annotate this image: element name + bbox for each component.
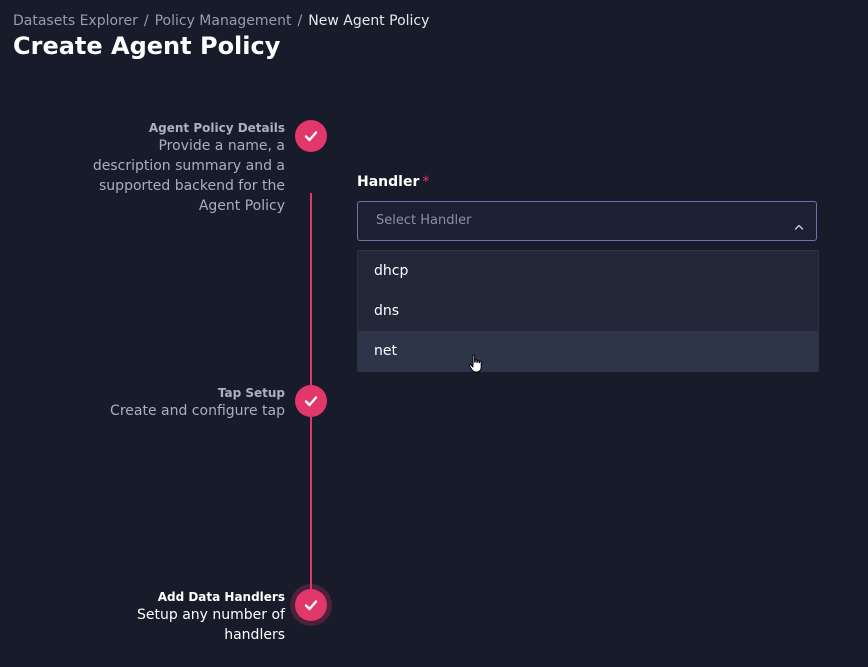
breadcrumb-separator: / [297,13,303,29]
step-description: handlers [224,627,285,643]
check-icon [295,120,327,152]
step-description: Provide a name, a [158,138,285,154]
breadcrumb: Datasets Explorer / Policy Management / New … [13,13,429,29]
page-title: Create Agent Policy [13,32,281,60]
step-title: Add Data Handlers [157,590,285,604]
step-description: Agent Policy [198,198,285,214]
handler-option-dns[interactable]: dns [358,291,818,331]
handler-select-placeholder: Select Handler [376,213,472,228]
check-icon [295,385,327,417]
step-title: Tap Setup [217,386,285,400]
step-description: Setup any number of [137,607,285,623]
breadcrumb-item-datasets-explorer[interactable]: Datasets Explorer [13,13,138,29]
step-description: description summary and a [92,158,285,174]
handler-select[interactable]: Select Handler [357,201,817,241]
step-agent-policy-details: Agent Policy Details Provide a name, a d… [93,120,285,216]
step-add-data-handlers: Add Data Handlers Setup any number of ha… [137,589,285,645]
step-tap-setup: Tap Setup Create and configure tap [110,385,285,421]
chevron-up-icon [794,216,804,235]
required-indicator: * [422,174,430,190]
handler-option-net[interactable]: net [358,331,818,371]
hand-pointer-cursor-icon [468,354,484,378]
breadcrumb-separator: / [143,13,149,29]
handler-label-text: Handler [357,174,420,190]
step-description: Create and configure tap [110,403,285,419]
breadcrumb-item-current: New Agent Policy [308,13,430,29]
handler-option-dhcp[interactable]: dhcp [358,251,818,291]
check-icon [295,589,327,621]
stepper-connector [310,193,312,385]
step-title: Agent Policy Details [148,121,285,135]
handler-dropdown-menu: dhcp dns net [357,250,819,372]
stepper-connector [310,417,312,589]
step-description: supported backend for the [99,178,285,194]
handler-label: Handler * [357,174,429,190]
breadcrumb-item-policy-management[interactable]: Policy Management [155,13,292,29]
